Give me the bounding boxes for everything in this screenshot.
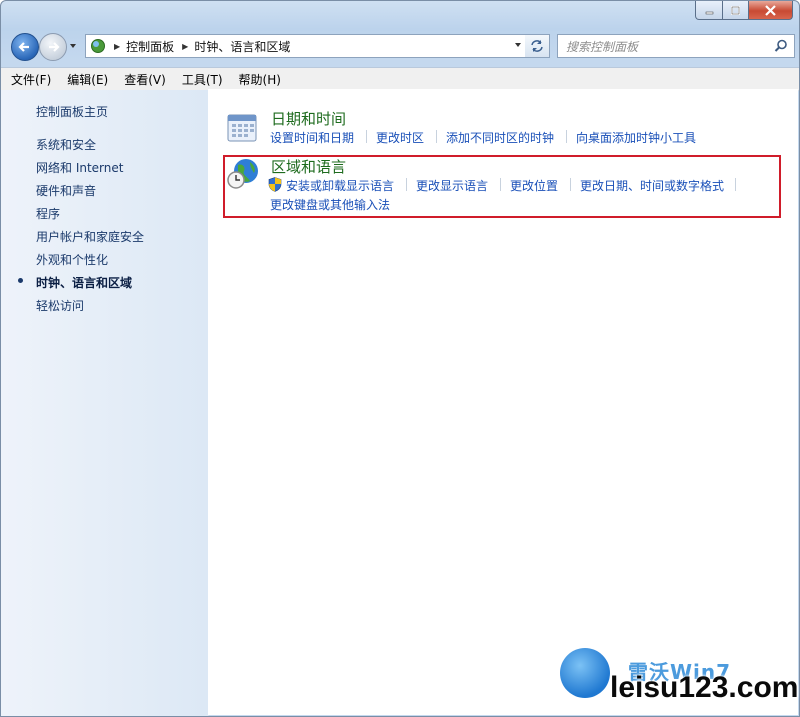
sidebar-item-hardware-sound[interactable]: 硬件和声音 (36, 182, 96, 199)
back-arrow-icon (18, 42, 29, 52)
change-location-link[interactable]: 更改位置 (510, 177, 558, 194)
close-button[interactable] (749, 1, 793, 20)
breadcrumb-control-panel[interactable]: 控制面板 (126, 38, 174, 55)
region-language-category-title[interactable]: 区域和语言 (271, 156, 346, 177)
forward-arrow-icon (49, 42, 60, 52)
sidebar-item-user-accounts[interactable]: 用户帐户和家庭安全 (36, 228, 144, 245)
navigation-bar: ▶ 控制面板 ▶ 时钟、语言和区域 搜索控制面板 (9, 33, 795, 61)
search-input[interactable]: 搜索控制面板 (557, 34, 795, 58)
sidebar-item-programs[interactable]: 程序 (36, 205, 60, 222)
change-display-language-link[interactable]: 更改显示语言 (416, 177, 488, 194)
left-navigation-pane (1, 90, 209, 716)
menu-help[interactable]: 帮助(H) (233, 71, 287, 88)
add-clock-gadget-link[interactable]: 向桌面添加时钟小工具 (576, 129, 696, 146)
add-clocks-link[interactable]: 添加不同时区的时钟 (446, 129, 554, 146)
uac-shield-icon (268, 177, 282, 192)
install-display-language-link[interactable]: 安装或卸载显示语言 (286, 177, 394, 194)
address-dropdown-icon[interactable] (514, 41, 522, 49)
link-separator (500, 178, 501, 191)
watermark-url: leisu123.com (610, 671, 799, 704)
globe-clock-icon[interactable] (226, 157, 260, 191)
current-item-bullet (18, 278, 23, 283)
link-separator (406, 178, 407, 191)
search-placeholder: 搜索控制面板 (566, 39, 639, 54)
maximize-button[interactable] (723, 1, 749, 20)
forward-button[interactable] (39, 33, 67, 61)
breadcrumb-clock-language-region[interactable]: 时钟、语言和区域 (194, 38, 290, 55)
calendar-clock-icon[interactable] (226, 109, 260, 143)
menu-file[interactable]: 文件(F) (5, 71, 57, 88)
sidebar-item-ease-of-access[interactable]: 轻松访问 (36, 297, 84, 314)
date-time-category-title[interactable]: 日期和时间 (271, 108, 346, 129)
menu-bar: 文件(F) 编辑(E) 查看(V) 工具(T) 帮助(H) (1, 67, 799, 91)
link-separator (436, 130, 437, 143)
caption-buttons (695, 1, 793, 20)
sidebar-item-network-internet[interactable]: 网络和 Internet (36, 159, 123, 176)
change-formats-link[interactable]: 更改日期、时间或数字格式 (580, 177, 724, 194)
breadcrumb-separator-icon: ▶ (182, 41, 189, 51)
refresh-icon (531, 40, 543, 52)
change-time-zone-link[interactable]: 更改时区 (376, 129, 424, 146)
minimize-button[interactable] (695, 1, 723, 20)
refresh-button[interactable] (525, 34, 550, 58)
link-separator (735, 178, 736, 191)
back-button[interactable] (11, 33, 39, 61)
control-panel-icon (91, 39, 105, 53)
menu-view[interactable]: 查看(V) (118, 71, 172, 88)
breadcrumb-separator-icon: ▶ (114, 41, 121, 51)
recent-pages-dropdown-icon[interactable] (69, 42, 77, 50)
set-time-date-link[interactable]: 设置时间和日期 (270, 129, 354, 146)
minimize-icon (705, 11, 713, 14)
sidebar-item-clock-language-region[interactable]: 时钟、语言和区域 (36, 274, 132, 291)
watermark-logo (560, 648, 610, 698)
maximize-icon (731, 5, 740, 15)
sidebar-item-system-security[interactable]: 系统和安全 (36, 136, 96, 153)
link-separator (366, 130, 367, 143)
link-separator (570, 178, 571, 191)
address-bar[interactable]: ▶ 控制面板 ▶ 时钟、语言和区域 (85, 34, 527, 58)
change-keyboard-input-link[interactable]: 更改键盘或其他输入法 (270, 196, 390, 213)
menu-tools[interactable]: 工具(T) (176, 71, 229, 88)
link-separator (566, 130, 567, 143)
close-icon (765, 4, 776, 16)
search-icon[interactable] (774, 39, 788, 53)
sidebar-item-appearance[interactable]: 外观和个性化 (36, 251, 108, 268)
menu-edit[interactable]: 编辑(E) (61, 71, 114, 88)
sidebar-home-link[interactable]: 控制面板主页 (36, 103, 108, 120)
